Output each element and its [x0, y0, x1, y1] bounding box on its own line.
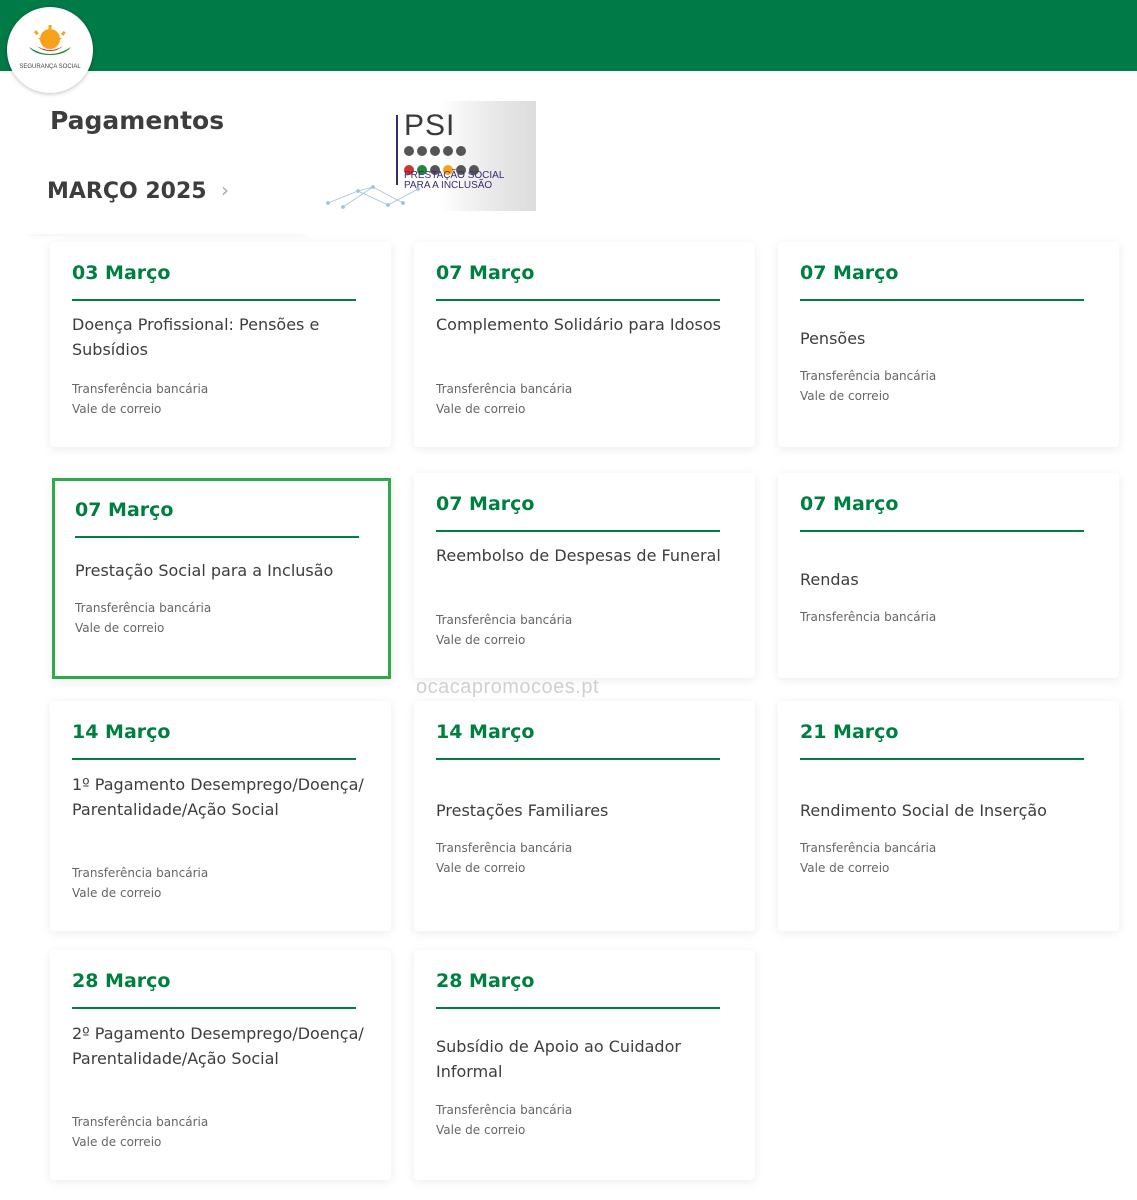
payment-methods: Transferência bancária Vale de correio: [436, 379, 572, 419]
payment-method: Vale de correio: [436, 861, 526, 875]
payment-methods: Transferência bancária Vale de correio: [72, 379, 208, 419]
payment-card[interactable]: 07 Março Pensões Transferência bancária Val…: [778, 242, 1119, 447]
payment-card[interactable]: 07 Março Reembolso de Despesas de Funeral…: [414, 473, 755, 678]
payment-title: 2º Pagamento Desemprego/Doença/ Parental…: [72, 1024, 364, 1068]
month-selector: MARÇO 2025 ›: [24, 168, 310, 234]
payment-methods: Transferência bancária: [800, 607, 936, 627]
card-divider: [436, 1007, 720, 1009]
payment-method: Vale de correio: [436, 402, 526, 416]
card-divider: [436, 530, 720, 532]
payment-date: 28 Março: [436, 970, 535, 992]
payment-method: Transferência bancária: [436, 1103, 573, 1117]
payment-methods: Transferência bancária Vale de correio: [436, 838, 572, 878]
payment-method: Transferência bancária: [436, 841, 573, 855]
psi-vertical-bar: [396, 115, 398, 185]
payment-date: 21 Março: [800, 721, 899, 743]
payment-method: Transferência bancária: [72, 382, 209, 396]
payment-methods: Transferência bancária Vale de correio: [75, 598, 211, 638]
current-month-label: MARÇO 2025: [47, 179, 207, 204]
payment-methods: Transferência bancária Vale de correio: [436, 610, 572, 650]
card-divider: [800, 530, 1084, 532]
watermark: ocacapromocoes.pt: [416, 676, 600, 698]
payment-method: Transferência bancária: [800, 369, 937, 383]
payment-card[interactable]: 28 Março Subsídio de Apoio ao Cuidador In…: [414, 950, 755, 1180]
payment-method: Vale de correio: [800, 861, 890, 875]
payment-title: Rendas: [800, 570, 859, 589]
payment-method: Transferência bancária: [72, 866, 209, 880]
payment-methods: Transferência bancária Vale de correio: [436, 1100, 572, 1140]
payment-method: Vale de correio: [436, 1123, 526, 1137]
logo-text: SEGURANÇA SOCIAL: [19, 64, 81, 70]
card-divider: [72, 1007, 356, 1009]
payment-card[interactable]: 14 Março Prestações Familiares Transferênc…: [414, 701, 755, 931]
payment-date: 14 Março: [72, 721, 171, 743]
payment-methods: Transferência bancária Vale de correio: [800, 838, 936, 878]
card-divider: [75, 536, 359, 538]
card-divider: [800, 758, 1084, 760]
payment-title: Prestação Social para a Inclusão: [75, 561, 334, 580]
network-lines-icon: [326, 185, 420, 209]
payment-method: Transferência bancária: [800, 841, 937, 855]
payment-title: Prestações Familiares: [436, 801, 609, 820]
payment-method: Vale de correio: [72, 1135, 162, 1149]
payment-title: Doença Profissional: Pensões e Subsídios: [72, 315, 320, 359]
payment-title: 1º Pagamento Desemprego/Doença/ Parental…: [72, 775, 364, 819]
payment-title: Reembolso de Despesas de Funeral: [436, 546, 721, 565]
payment-methods: Transferência bancária Vale de correio: [72, 863, 208, 903]
payment-title: Subsídio de Apoio ao Cuidador Informal: [436, 1037, 681, 1081]
payment-date: 14 Março: [436, 721, 535, 743]
top-header-bar: [0, 0, 1137, 71]
payment-method: Vale de correio: [75, 621, 165, 635]
payment-date: 07 Março: [800, 262, 899, 284]
payment-date: 28 Março: [72, 970, 171, 992]
payment-method: Transferência bancária: [72, 1115, 209, 1129]
payment-date: 03 Março: [72, 262, 171, 284]
payment-card[interactable]: 14 Março 1º Pagamento Desemprego/Doença/ …: [50, 701, 391, 931]
payment-methods: Transferência bancária Vale de correio: [800, 366, 936, 406]
payment-method: Vale de correio: [436, 633, 526, 647]
payment-date: 07 Março: [436, 493, 535, 515]
card-divider: [72, 758, 356, 760]
payment-method: Transferência bancária: [436, 382, 573, 396]
payment-card[interactable]: 21 Março Rendimento Social de Inserção Tra…: [778, 701, 1119, 931]
psi-banner: PSI PRESTAÇÃO SOCIAL PARA A INCLUSÃO: [318, 101, 536, 211]
payment-method: Vale de correio: [72, 886, 162, 900]
chevron-right-icon[interactable]: ›: [221, 178, 229, 202]
payment-method: Transferência bancária: [800, 610, 937, 624]
payment-methods: Transferência bancária Vale de correio: [72, 1112, 208, 1152]
payment-method: Transferência bancária: [436, 613, 573, 627]
payment-card[interactable]: 07 Março Prestação Social para a Inclusão…: [52, 478, 391, 679]
payment-title: Complemento Solidário para Idosos: [436, 315, 721, 334]
card-divider: [436, 758, 720, 760]
card-divider: [436, 299, 720, 301]
payment-card[interactable]: 03 Março Doença Profissional: Pensões e S…: [50, 242, 391, 447]
payment-card[interactable]: 07 Março Rendas Transferência bancária: [778, 473, 1119, 678]
payment-date: 07 Março: [436, 262, 535, 284]
seguranca-social-logo[interactable]: SEGURANÇA SOCIAL: [7, 7, 93, 93]
card-divider: [800, 299, 1084, 301]
payment-date: 07 Março: [75, 499, 174, 521]
payment-card[interactable]: 28 Março 2º Pagamento Desemprego/Doença/ …: [50, 950, 391, 1180]
payment-title: Pensões: [800, 329, 866, 348]
payment-method: Vale de correio: [72, 402, 162, 416]
payment-method: Transferência bancária: [75, 601, 212, 615]
payment-card[interactable]: 07 Março Complemento Solidário para Idoso…: [414, 242, 755, 447]
payment-method: Vale de correio: [800, 389, 890, 403]
payment-date: 07 Março: [800, 493, 899, 515]
psi-title: PSI: [404, 109, 456, 142]
sun-emblem-icon: [29, 25, 71, 55]
card-divider: [72, 299, 356, 301]
payment-title: Rendimento Social de Inserção: [800, 801, 1047, 820]
page-title: Pagamentos: [50, 106, 225, 135]
